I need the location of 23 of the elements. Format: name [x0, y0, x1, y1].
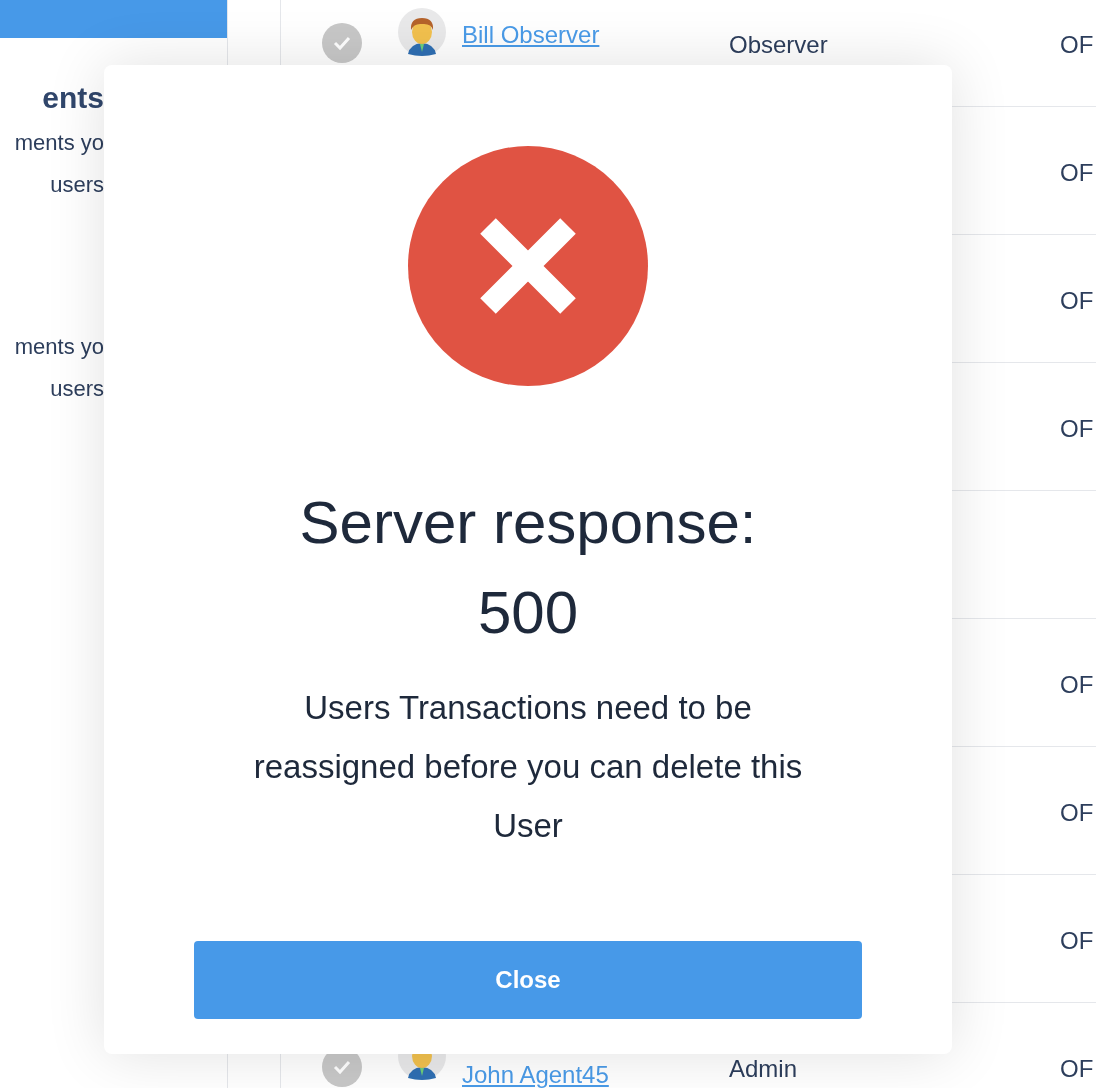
table-cell-text: OF [1060, 798, 1094, 828]
role-text: Admin [729, 1054, 798, 1084]
close-button[interactable]: Close [194, 941, 862, 1019]
section-heading: ents [42, 80, 104, 116]
table-cell-text: OF [1060, 926, 1094, 956]
error-icon [408, 146, 648, 386]
dialog-message: Users Transactions need to be reassigned before you can delete this User [252, 688, 804, 846]
description-text: ments yo [14, 333, 104, 361]
check-icon[interactable] [322, 23, 362, 63]
description-text: users [50, 375, 104, 403]
dialog-title: Server response: 500 [298, 488, 758, 648]
user-name-link[interactable]: John Agent45 [462, 1057, 609, 1088]
table-cell-text: OF [1060, 158, 1094, 188]
user-name-link[interactable]: Bill Observer [462, 17, 600, 53]
role-text: Observer [729, 30, 828, 60]
table-cell-text: OF [1060, 286, 1094, 316]
table-cell-text: OF [1060, 670, 1094, 700]
description-text: ments yo [14, 129, 104, 157]
table-cell-text: OF [1060, 1054, 1094, 1084]
table-cell-text: OF [1060, 30, 1094, 60]
avatar-icon [398, 8, 446, 56]
table-cell-text: OF [1060, 414, 1094, 444]
description-text: users [50, 171, 104, 199]
